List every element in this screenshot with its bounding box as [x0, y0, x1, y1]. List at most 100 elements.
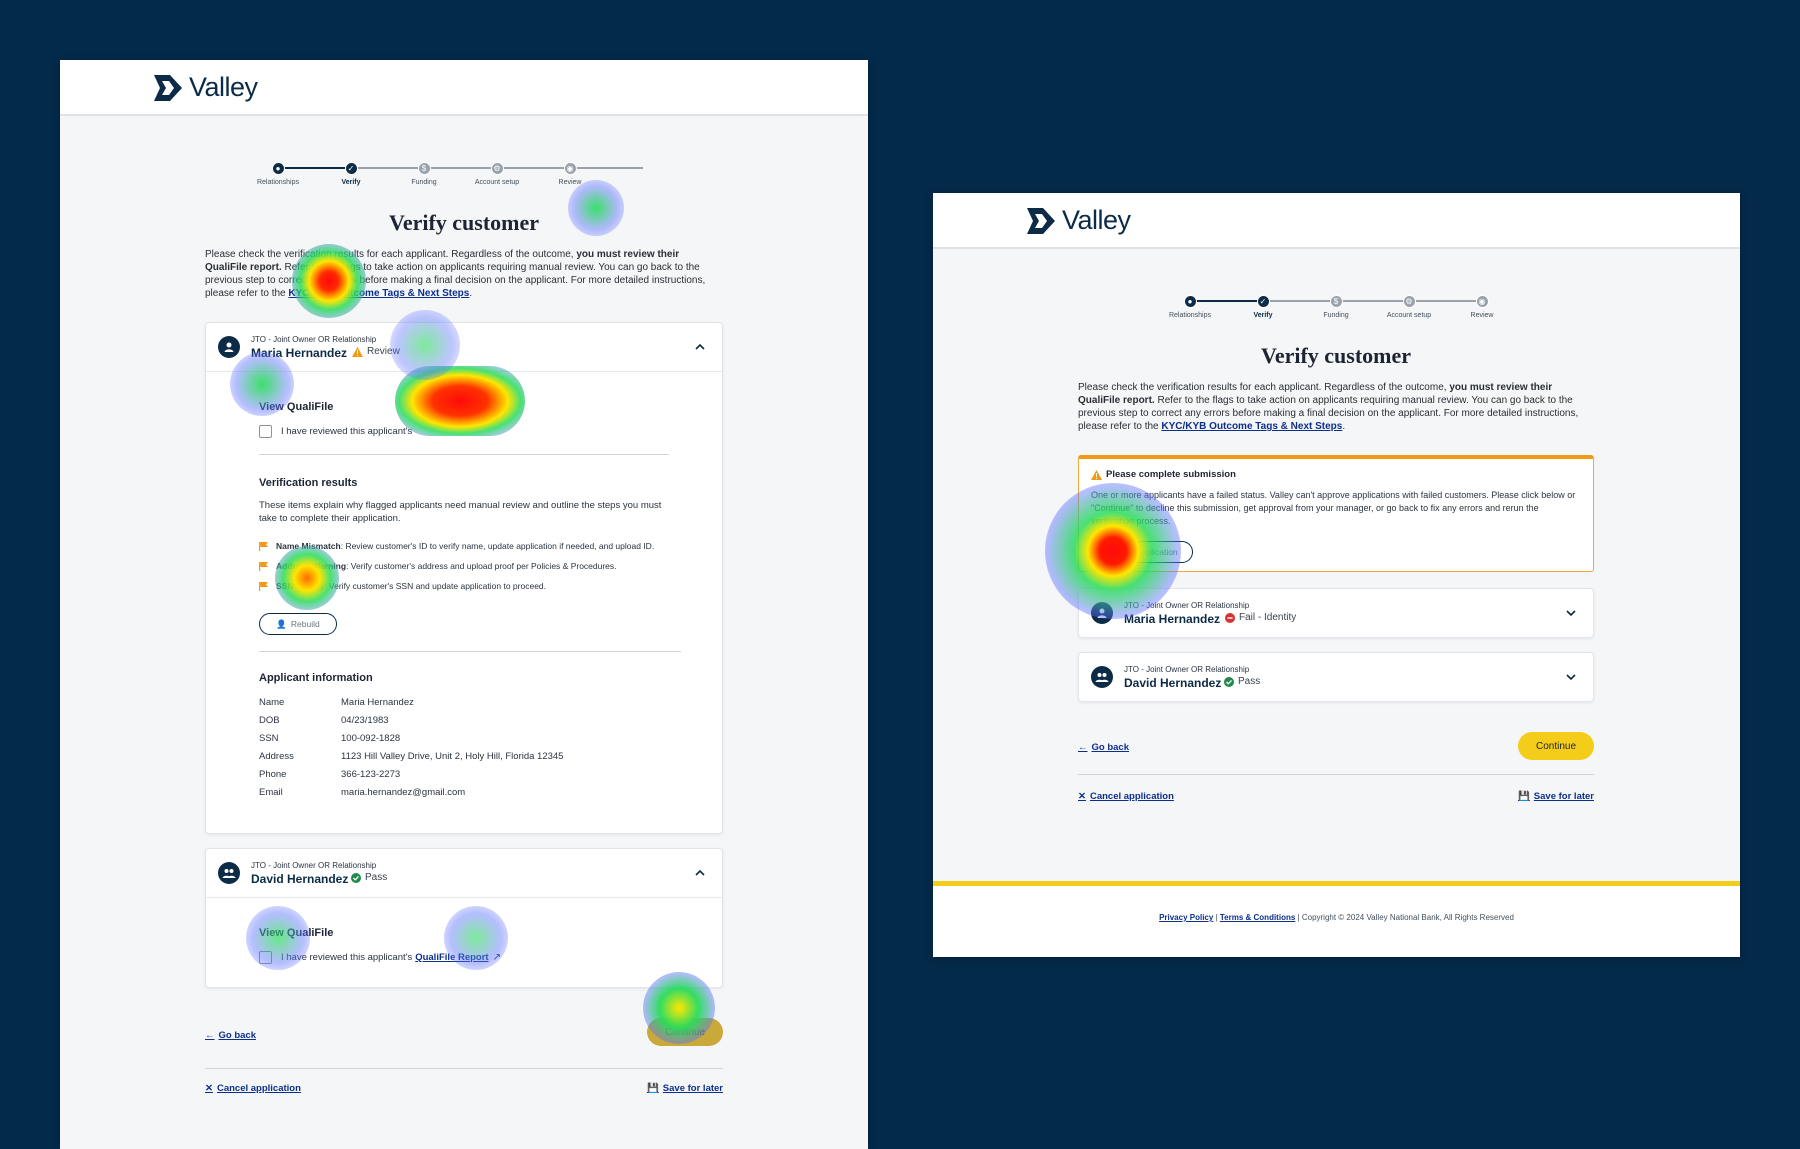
flag-item: SSN Miskey: Verify customer's SSN and up… — [259, 581, 669, 591]
privacy-policy-link[interactable]: Privacy Policy — [1159, 913, 1213, 922]
applicant-info-heading: Applicant information — [259, 672, 373, 684]
chevron-up-icon[interactable] — [694, 341, 706, 353]
qualifile-review-checkbox-row[interactable]: I have reviewed this applicant's — [259, 425, 669, 438]
applicant-card-maria: JTO - Joint Owner OR Relationship Maria … — [205, 322, 723, 834]
valley-logo-icon — [1027, 207, 1055, 234]
kyc-kyb-link[interactable]: KYC/KYB Outcome Tags & Next Steps — [1161, 421, 1342, 432]
close-icon: ✕ — [1078, 791, 1086, 802]
page-title: Verify customer — [1260, 343, 1412, 368]
chevron-up-icon[interactable] — [694, 867, 706, 879]
person-icon: 👤 — [276, 618, 287, 629]
flag-item: Address Warning: Verify customer's addre… — [259, 561, 669, 571]
step-funding[interactable]: $ Funding — [389, 162, 459, 186]
main-content: ● Relationships ✓ Verify $ Funding ⚙ Acc… — [1078, 295, 1594, 821]
check-circle-icon — [1224, 676, 1234, 687]
applicant-card-david: JTO - Joint Owner OR Relationship David … — [205, 848, 723, 988]
alert-banner: Please complete submission One or more a… — [1078, 455, 1594, 572]
chevron-down-icon[interactable] — [1565, 607, 1577, 619]
group-avatar-icon — [218, 862, 240, 884]
verification-description: These items explain why flagged applican… — [259, 500, 662, 524]
step-verify[interactable]: ✓ Verify — [316, 162, 386, 186]
step-relationships[interactable]: ● Relationships — [243, 162, 313, 186]
reviewed-checkbox[interactable] — [259, 425, 272, 438]
info-row: Address 1123 Hill Valley Drive, Unit 2, H… — [259, 750, 564, 762]
flag-list: Name Mismatch: Review customer's ID to v… — [259, 541, 669, 591]
save-for-later-link[interactable]: 💾 Save for later — [1518, 791, 1594, 802]
error-circle-icon — [1225, 612, 1235, 623]
person-avatar-icon — [218, 336, 240, 358]
gear-icon: ⚙ — [1402, 295, 1416, 308]
flag-icon — [259, 561, 268, 571]
external-link-icon: ↗ — [492, 952, 501, 963]
actions-row: ← Go back Continue — [1078, 732, 1594, 772]
eye-icon: ◉ — [1475, 295, 1489, 308]
continue-button[interactable]: Continue — [1518, 732, 1594, 760]
save-for-later-link[interactable]: 💾 Save for later — [647, 1083, 723, 1094]
applicant-card-header[interactable]: JTO - Joint Owner OR Relationship David … — [206, 849, 722, 898]
qualifile-review-checkbox-row[interactable]: I have reviewed this applicant's QualiFi… — [259, 951, 669, 964]
header: Valley — [933, 193, 1740, 249]
copyright-text: Copyright © 2024 Valley National Bank, A… — [1301, 913, 1514, 922]
page-title: Verify customer — [388, 210, 540, 235]
step-verify[interactable]: ✓ Verify — [1228, 295, 1298, 319]
step-funding[interactable]: $ Funding — [1301, 295, 1371, 319]
cancel-application-link[interactable]: ✕ Cancel application — [1078, 791, 1174, 802]
intro-text: Please check the verification results fo… — [1078, 382, 1579, 432]
screen-verify-failed: Valley ● Relationships ✓ Verify $ Fundin… — [933, 193, 1740, 957]
flag-icon — [259, 581, 268, 591]
dollar-icon: $ — [417, 162, 431, 175]
decline-application-button[interactable]: Decline application — [1091, 541, 1193, 563]
person-icon: ● — [271, 162, 285, 175]
warning-icon — [1091, 469, 1102, 480]
footer: Privacy Policy | Terms & Conditions | Co… — [933, 881, 1740, 957]
eye-icon: ◉ — [563, 162, 577, 175]
view-qualifile-heading: View QualiFile — [259, 927, 334, 939]
close-icon: ✕ — [205, 1083, 213, 1094]
dollar-icon: $ — [1329, 295, 1343, 308]
brand-name: Valley — [1062, 205, 1131, 235]
brand-name: Valley — [189, 72, 258, 102]
verification-results-heading: Verification results — [259, 477, 358, 489]
go-back-link[interactable]: ← Go back — [1078, 742, 1129, 753]
group-avatar-icon — [1091, 666, 1113, 688]
info-row: SSN 100-092-1828 — [259, 732, 401, 744]
chevron-down-icon[interactable] — [1565, 671, 1577, 683]
step-review[interactable]: ◉ Review — [1447, 295, 1517, 319]
terms-link[interactable]: Terms & Conditions — [1220, 913, 1295, 922]
valley-logo[interactable]: Valley — [152, 72, 258, 103]
check-circle-icon — [351, 872, 361, 883]
reviewed-checkbox[interactable] — [259, 951, 272, 964]
check-icon: ✓ — [1256, 295, 1270, 308]
rebuild-button[interactable]: 👤 Rebuild — [259, 613, 337, 635]
screen-verify-review: Valley ● Relationships ✓ Verify $ Fundin… — [60, 60, 868, 1149]
applicant-card-header[interactable]: JTO - Joint Owner OR Relationship Maria … — [206, 323, 722, 372]
view-qualifile-heading: View QualiFile — [259, 401, 334, 413]
check-icon: ✓ — [344, 162, 358, 175]
continue-button[interactable]: Continue — [647, 1018, 723, 1046]
arrow-left-icon: ← — [205, 1030, 215, 1041]
valley-logo-icon — [154, 74, 182, 101]
applicant-card-maria[interactable]: JTO - Joint Owner OR Relationship Maria … — [1078, 588, 1594, 638]
applicant-card-david[interactable]: JTO - Joint Owner OR Relationship David … — [1078, 652, 1594, 702]
intro-text: Please check the verification results fo… — [205, 249, 706, 299]
go-back-link[interactable]: ← Go back — [205, 1030, 256, 1041]
kyc-kyb-link[interactable]: KYC/KYB Outcome Tags & Next Steps — [288, 288, 469, 299]
applicant-info-table: Name Maria Hernandez DOB 04/23/1983 SSN 100… — [259, 696, 563, 804]
step-review[interactable]: ◉ Review — [535, 162, 605, 186]
alert-text: One or more applicants have a failed sta… — [1091, 490, 1576, 526]
main-content: ● Relationships ✓ Verify $ Funding ⚙ Acc… — [205, 162, 723, 1113]
valley-logo[interactable]: Valley — [1025, 205, 1131, 236]
qualifile-report-link[interactable]: QualiFile Report — [415, 952, 488, 963]
save-icon: 💾 — [1517, 791, 1530, 802]
cancel-application-link[interactable]: ✕ Cancel application — [205, 1083, 301, 1094]
step-relationships[interactable]: ● Relationships — [1155, 295, 1225, 319]
step-account-setup[interactable]: ⚙ Account setup — [462, 162, 532, 186]
info-row: Phone 366-123-2273 — [259, 768, 401, 780]
step-account-setup[interactable]: ⚙ Account setup — [1374, 295, 1444, 319]
status-badge: Review — [352, 346, 400, 357]
info-row: Name Maria Hernandez — [259, 696, 414, 708]
status-badge: Pass — [1224, 676, 1260, 687]
save-icon: 💾 — [646, 1083, 659, 1094]
warning-icon — [352, 346, 363, 357]
header: Valley — [60, 60, 868, 116]
